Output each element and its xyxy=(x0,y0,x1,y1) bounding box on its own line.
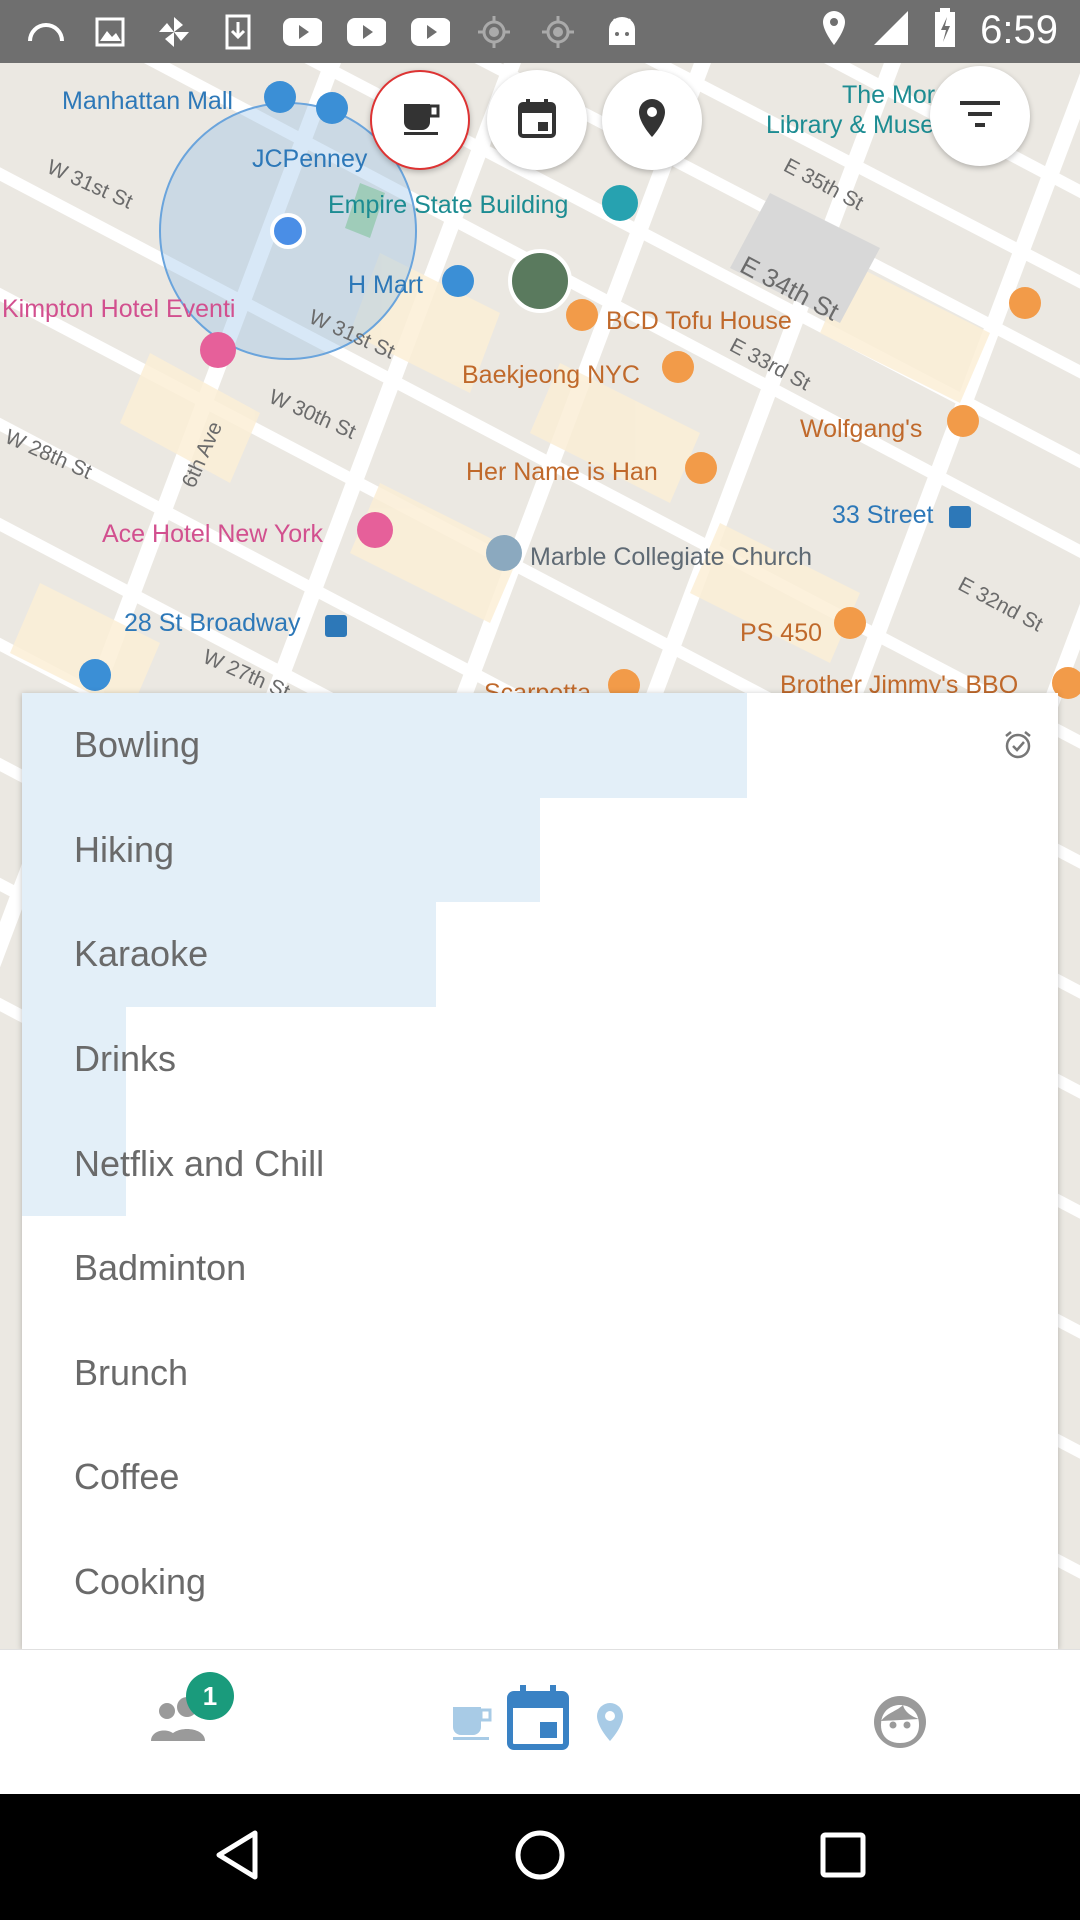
download-icon xyxy=(218,12,258,52)
activity-item[interactable]: Cooking xyxy=(22,1530,1058,1635)
gps-icon xyxy=(538,12,578,52)
youtube-icon xyxy=(282,12,322,52)
activity-label: Coffee xyxy=(74,1456,180,1498)
back-button[interactable] xyxy=(202,1822,272,1892)
activity-label: Badminton xyxy=(74,1247,247,1289)
image-icon xyxy=(90,12,130,52)
home-icon xyxy=(514,1829,566,1886)
profile-icon xyxy=(873,1695,927,1754)
calendar-icon xyxy=(518,98,556,143)
profile-tab[interactable] xyxy=(872,1695,928,1754)
activity-item[interactable]: Drinks xyxy=(22,1006,1058,1112)
poi-label[interactable]: H Mart xyxy=(348,271,423,300)
activity-label: Drinks xyxy=(74,1038,177,1080)
poi-label[interactable]: Manhattan Mall xyxy=(62,87,233,116)
location-tab[interactable] xyxy=(592,1702,628,1746)
activity-label: Cooking xyxy=(74,1561,207,1603)
coffee-tab[interactable] xyxy=(450,1702,496,1744)
poi-label[interactable]: JCPenney xyxy=(252,145,367,174)
android-icon xyxy=(602,12,642,52)
poi-label[interactable]: Marble Collegiate Church xyxy=(530,543,812,572)
location-filter-button[interactable] xyxy=(602,70,702,170)
battery-icon xyxy=(934,8,956,53)
pinwheel-icon xyxy=(154,12,194,52)
bottom-nav: 1 xyxy=(0,1649,1080,1795)
activity-label: Karaoke xyxy=(74,933,209,975)
coffee-cup-icon xyxy=(400,98,440,143)
poi-label[interactable]: Baekjeong NYC xyxy=(462,361,640,390)
activity-item[interactable]: Coffee xyxy=(22,1425,1058,1530)
poi-label[interactable]: Empire State Building xyxy=(328,191,568,220)
youtube-icon xyxy=(346,12,386,52)
home-button[interactable] xyxy=(505,1822,575,1892)
poi-label[interactable]: Kimpton Hotel Eventi xyxy=(2,295,235,324)
notification-badge: 1 xyxy=(186,1672,234,1720)
recents-button[interactable] xyxy=(808,1822,878,1892)
coffee-filter-button[interactable] xyxy=(370,70,470,170)
poi-label[interactable]: Her Name is Han xyxy=(466,458,658,487)
activity-label: Hiking xyxy=(74,828,175,870)
activity-item[interactable]: Bowling xyxy=(22,693,1058,798)
filter-button[interactable] xyxy=(930,66,1030,166)
map-pin-icon xyxy=(595,1701,625,1748)
signal-icon xyxy=(872,9,910,52)
location-icon xyxy=(820,9,848,52)
status-bar: 6:59 xyxy=(0,0,1080,63)
activity-item[interactable]: Brunch xyxy=(22,1321,1058,1426)
map-pin-icon xyxy=(637,97,667,144)
poi-label[interactable]: BCD Tofu House xyxy=(606,307,792,336)
activity-label: Netflix and Chill xyxy=(74,1142,325,1184)
activity-label: Bowling xyxy=(74,724,201,766)
rainbow-icon xyxy=(26,12,66,52)
calendar-filter-button[interactable] xyxy=(487,70,587,170)
clock: 6:59 xyxy=(980,8,1058,52)
poi-label[interactable]: Ace Hotel New York xyxy=(102,520,323,549)
coffee-cup-icon xyxy=(451,1701,495,1746)
youtube-icon xyxy=(410,12,450,52)
transit-label[interactable]: 33 Street xyxy=(832,501,933,530)
system-nav-bar xyxy=(0,1794,1080,1920)
back-icon xyxy=(213,1829,261,1886)
recents-icon xyxy=(820,1832,866,1883)
poi-label[interactable]: PS 450 xyxy=(740,619,822,648)
activity-item[interactable]: Badminton xyxy=(22,1216,1058,1321)
activity-item[interactable]: Netflix and Chill xyxy=(22,1111,1058,1216)
transit-label[interactable]: 28 St Broadway xyxy=(124,609,301,638)
activity-list[interactable]: Bowling Hiking Karaoke Drinks Netflix and Ch… xyxy=(22,693,1058,1649)
calendar-icon xyxy=(507,1684,569,1755)
gps-icon xyxy=(474,12,514,52)
filter-icon xyxy=(960,99,1000,134)
alarm-clock-icon[interactable] xyxy=(1002,729,1034,761)
activity-item[interactable]: Karaoke xyxy=(22,902,1058,1007)
calendar-tab[interactable] xyxy=(506,1684,570,1755)
activity-label: Brunch xyxy=(74,1351,189,1393)
poi-label[interactable]: Wolfgang's xyxy=(800,415,922,444)
activity-item[interactable]: Hiking xyxy=(22,797,1058,903)
